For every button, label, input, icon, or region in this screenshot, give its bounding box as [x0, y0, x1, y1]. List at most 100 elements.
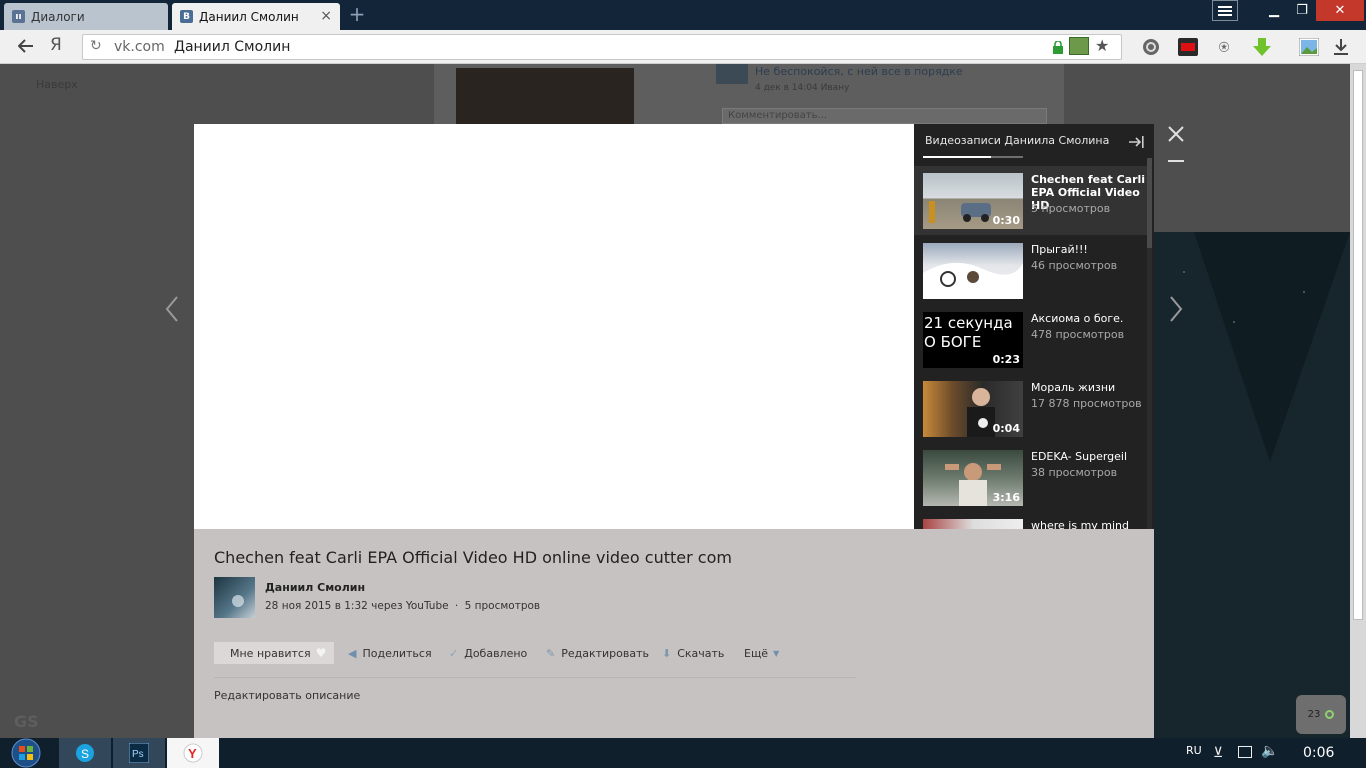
video-meta: 28 ноя 2015 в 1:32 через YouTube · 5 про…	[265, 600, 540, 612]
edit-button[interactable]: ✎ Редактировать	[546, 642, 649, 664]
comment-avatar	[716, 64, 748, 84]
comment-input[interactable]: Комментировать...	[722, 108, 1047, 124]
tab-dialogs[interactable]: ıı Диалоги	[4, 3, 168, 30]
video-item[interactable]: 3:16 EDEKA- Supergeil 38 просмотров	[923, 450, 1148, 512]
reload-icon[interactable]: ↻	[90, 38, 102, 54]
svg-text:Y: Y	[188, 746, 197, 761]
image-extension-icon[interactable]	[1069, 37, 1089, 55]
photoshop-taskbar-icon[interactable]: Ps	[113, 738, 165, 768]
added-button[interactable]: ✓ Добавлено	[449, 642, 527, 664]
dialogs-favicon: ıı	[12, 10, 25, 23]
video-sidebar: Видеозаписи Даниила Смолина 0:30 Chechen…	[914, 124, 1154, 529]
comment-text: Не беспокойся, с ней все в порядке	[755, 65, 963, 78]
tab-label: Даниил Смолин	[199, 9, 299, 24]
notification-widget[interactable]: 23	[1296, 695, 1346, 734]
meta-separator: ·	[454, 600, 459, 612]
bookmark-star-icon[interactable]: ★	[1095, 36, 1109, 55]
watermark-logo: GS	[14, 712, 39, 731]
browser-tab-strip: ıı Диалоги B Даниил Смолин × + ▁ ❐ ✕	[0, 0, 1366, 30]
language-indicator[interactable]: RU	[1186, 744, 1202, 757]
like-button[interactable]: Мне нравится ♥	[214, 642, 334, 664]
video-title[interactable]: Аксиома о боге.	[1031, 312, 1147, 325]
yandex-logo[interactable]: Я	[50, 35, 62, 55]
video-item[interactable]: where is my mind	[923, 519, 1148, 529]
author-name[interactable]: Даниил Смолин	[265, 581, 365, 594]
minimize-modal-icon[interactable]	[1168, 160, 1184, 162]
edit-description-link[interactable]: Редактировать описание	[214, 689, 360, 702]
start-button[interactable]	[6, 738, 46, 768]
volume-tray-icon[interactable]: 🔈	[1261, 743, 1278, 759]
skype-taskbar-icon[interactable]: S	[59, 738, 111, 768]
minimize-icon[interactable]: ▁	[1260, 0, 1288, 21]
yandex-browser-taskbar-icon[interactable]: Y	[167, 738, 219, 768]
adblock-icon[interactable]: ⍟	[1213, 36, 1235, 58]
background-photo	[456, 68, 634, 124]
back-icon[interactable]	[14, 34, 38, 58]
picture-icon[interactable]	[1298, 36, 1320, 58]
new-tab-icon[interactable]: +	[346, 4, 368, 26]
maximize-icon[interactable]: ❐	[1288, 0, 1316, 21]
video-item[interactable]: 1:05 Прыгай!!! 46 просмотров	[923, 243, 1148, 305]
previous-video-icon[interactable]	[162, 294, 182, 324]
video-title[interactable]: Мораль жизни	[1031, 381, 1147, 394]
video-duration: 1:05	[992, 284, 1020, 297]
video-duration: 0:30	[992, 214, 1020, 227]
video-thumbnail: 0:30	[923, 173, 1023, 229]
video-item[interactable]: 0:30 Chechen feat Carli EPA Official Vid…	[923, 173, 1148, 235]
menu-icon[interactable]	[1212, 0, 1238, 21]
video-player[interactable]	[194, 124, 914, 529]
network-tray-icon[interactable]	[1238, 746, 1252, 758]
sync-icon[interactable]	[1140, 36, 1162, 58]
more-button[interactable]: Ещё ▼	[744, 642, 779, 664]
close-modal-icon[interactable]	[1166, 124, 1186, 144]
download-tray-icon[interactable]: ⊻	[1213, 745, 1223, 761]
close-window-icon[interactable]: ✕	[1316, 0, 1364, 21]
video-title[interactable]: EDEKA- Supergeil	[1031, 450, 1147, 463]
video-views: 46 просмотров	[1031, 259, 1118, 272]
video-item[interactable]: 0:04 Мораль жизни 17 878 просмотров	[923, 381, 1148, 443]
author-avatar[interactable]	[214, 577, 255, 618]
sidebar-progress-fill	[923, 156, 991, 158]
back-to-top-link[interactable]: Наверх	[36, 78, 78, 91]
video-title[interactable]: where is my mind	[1031, 519, 1147, 529]
download-label: Скачать	[677, 646, 725, 660]
video-views: 5 просмотров	[1031, 202, 1111, 215]
video-info-panel: Chechen feat Carli EPA Official Video HD…	[194, 529, 1154, 738]
video-thumbnail: 3:16	[923, 450, 1023, 506]
next-video-icon[interactable]	[1166, 294, 1186, 324]
scrollbar-thumb[interactable]	[1353, 70, 1363, 620]
pencil-icon: ✎	[546, 646, 556, 660]
downloads-icon[interactable]	[1330, 36, 1352, 58]
download-icon: ⬇	[662, 646, 672, 660]
vk-favicon: B	[180, 10, 193, 23]
megaphone-icon: ◀	[348, 646, 357, 660]
upload-date[interactable]: 28 ноя 2015 в 1:32	[265, 600, 368, 612]
clock[interactable]: 0:06	[1303, 745, 1334, 761]
svg-text:Ps: Ps	[132, 749, 144, 760]
page-scrollbar[interactable]	[1350, 64, 1366, 738]
heart-icon: ♥	[315, 646, 327, 660]
browser-toolbar: Я ↻ vk.com Даниил Смолин ★ ⍟	[0, 30, 1366, 64]
video-title[interactable]: Прыгай!!!	[1031, 243, 1147, 256]
extension-red-icon[interactable]	[1177, 36, 1199, 58]
chevron-down-icon: ▼	[773, 648, 780, 658]
like-label: Мне нравится	[230, 646, 311, 660]
download-button[interactable]: ⬇ Скачать	[662, 642, 724, 664]
online-status-icon	[1325, 710, 1335, 719]
collapse-sidebar-icon[interactable]	[1128, 134, 1146, 148]
close-tab-icon[interactable]: ×	[320, 8, 332, 24]
view-count: 5 просмотров	[464, 600, 541, 612]
comment-meta: 4 дек в 14:04 Ивану	[755, 83, 850, 93]
video-item[interactable]: 21 секунда О БОГЕ 0:23 Аксиома о боге. 4…	[923, 312, 1148, 374]
video-thumbnail: 0:04	[923, 381, 1023, 437]
tab-current[interactable]: B Даниил Смолин ×	[172, 3, 340, 30]
share-button[interactable]: ◀ Поделиться	[348, 642, 432, 664]
windows-taskbar: S Ps Y RU ⊻ 🔈 0:06	[0, 738, 1366, 768]
download-arrow-icon[interactable]	[1251, 36, 1273, 58]
video-duration: 0:04	[992, 422, 1020, 435]
added-label: Добавлено	[464, 646, 528, 660]
upload-source: через YouTube	[371, 600, 449, 612]
video-views: 478 просмотров	[1031, 328, 1125, 341]
notification-count: 23	[1307, 709, 1321, 720]
address-bar[interactable]: ↻ vk.com Даниил Смолин ★	[82, 34, 1122, 60]
